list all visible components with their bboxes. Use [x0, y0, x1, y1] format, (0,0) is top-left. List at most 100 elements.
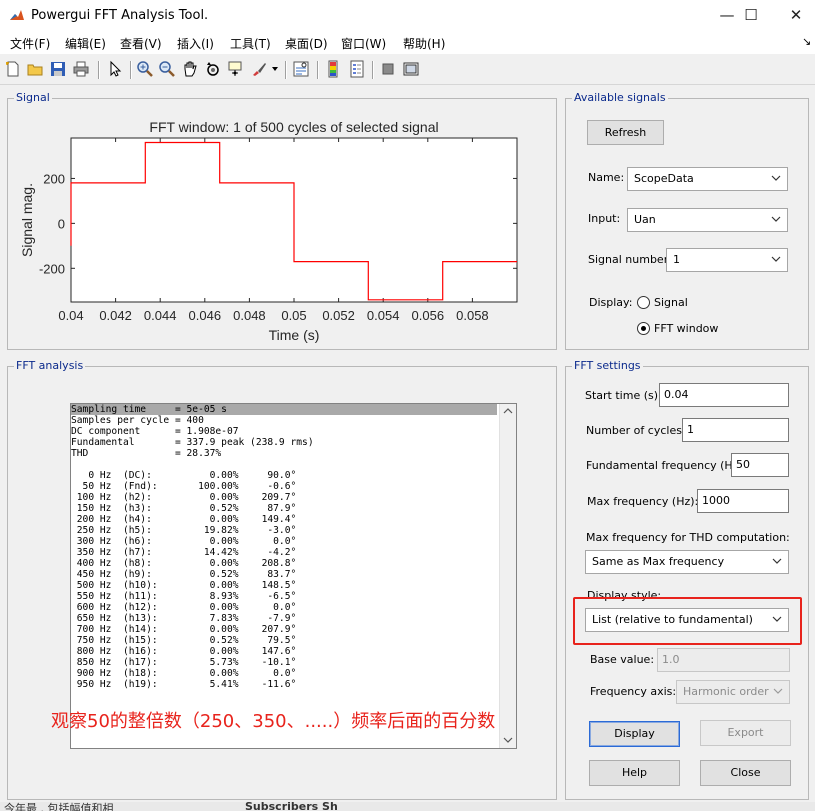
help-button[interactable]: Help — [589, 760, 680, 786]
thd-select[interactable]: Same as Max frequency — [585, 550, 789, 574]
fft-result-line: 650 Hz (h13): 7.83% -7.9° — [76, 613, 297, 624]
fft-result-line: 750 Hz (h15): 0.52% 79.5° — [76, 635, 297, 646]
fft-result-line: 950 Hz (h19): 5.41% -11.6° — [76, 679, 297, 690]
export-button[interactable]: Export — [700, 720, 791, 746]
window-title: Powergui FFT Analysis Tool. — [31, 8, 209, 23]
menu-help[interactable]: 帮助(H) — [403, 35, 445, 52]
menu-insert[interactable]: 插入(I) — [177, 35, 214, 52]
toolbar — [0, 56, 815, 85]
fund-freq-input[interactable]: 50 — [731, 453, 789, 477]
name-select[interactable]: ScopeData — [627, 167, 788, 191]
freq-axis-value: Harmonic order — [683, 685, 769, 698]
fft-result-line: 250 Hz (h5): 19.82% -3.0° — [76, 525, 297, 536]
brush-icon[interactable] — [250, 60, 268, 78]
close-window-button[interactable]: ✕ — [773, 0, 815, 30]
input-select-value: Uan — [634, 213, 656, 226]
signal-number-label: Signal number: — [588, 253, 672, 266]
menu-window[interactable]: 窗口(W) — [341, 35, 386, 52]
zoom-out-icon[interactable] — [158, 60, 176, 78]
pointer-icon[interactable] — [106, 60, 124, 78]
freq-axis-label: Frequency axis: — [590, 685, 677, 698]
fft-result-line: 50 Hz (Fnd): 100.00% -0.6° — [82, 481, 297, 492]
cycles-input[interactable]: 1 — [682, 418, 789, 442]
base-value-input[interactable]: 1.0 — [657, 648, 790, 672]
highlight-box — [573, 597, 802, 645]
y-axis-label: Signal mag. — [19, 183, 35, 257]
rotate-icon[interactable] — [204, 60, 222, 78]
fft-results-listbox[interactable]: Sampling time = 5e-05 s Samples per cycle… — [70, 403, 517, 749]
colorbar-icon[interactable] — [324, 60, 342, 78]
fft-result-line: 500 Hz (h10): 0.00% 148.5° — [76, 580, 297, 591]
menu-edit[interactable]: 编辑(E) — [65, 35, 106, 52]
fft-results-selected-line: Sampling time = 5e-05 s — [71, 404, 497, 415]
x-tick-label: 0.044 — [144, 308, 177, 323]
close-button[interactable]: Close — [700, 760, 791, 786]
cycles-value: 1 — [687, 423, 694, 436]
fft-results-lines: Samples per cycle = 400 DC component = 1… — [71, 415, 314, 690]
taskbar-item-mid[interactable]: Subscribers Sh — [245, 802, 338, 811]
toolbar-separator — [98, 61, 100, 79]
fft-settings-title: FFT settings — [572, 359, 643, 372]
base-value-label: Base value: — [590, 653, 655, 666]
cycles-label: Number of cycles: — [586, 424, 686, 437]
refresh-button[interactable]: Refresh — [587, 120, 664, 145]
freq-axis-select[interactable]: Harmonic order — [676, 680, 790, 704]
menu-view[interactable]: 查看(V) — [120, 35, 162, 52]
fft-result-line: 450 Hz (h9): 0.52% 83.7° — [76, 569, 297, 580]
fft-result-line: 0 Hz (DC): 0.00% 90.0° — [88, 470, 297, 481]
start-time-label: Start time (s): — [585, 389, 662, 402]
scroll-up-icon[interactable] — [503, 407, 513, 415]
brush-dropdown-icon[interactable] — [272, 67, 278, 72]
new-file-icon[interactable] — [4, 60, 22, 78]
max-freq-label: Max frequency (Hz): — [587, 495, 699, 508]
results-scrollbar[interactable] — [499, 404, 516, 748]
menu-overflow-icon[interactable]: ↘ — [802, 35, 811, 48]
thd-label: Max frequency for THD computation: — [586, 531, 790, 544]
menu-file[interactable]: 文件(F) — [10, 35, 50, 52]
max-freq-input[interactable]: 1000 — [697, 489, 789, 513]
chevron-down-icon — [771, 216, 781, 222]
input-select[interactable]: Uan — [627, 208, 788, 232]
radio-fft-window[interactable] — [637, 322, 650, 335]
zoom-in-icon[interactable] — [136, 60, 154, 78]
print-icon[interactable] — [72, 60, 90, 78]
show-plot-tools-icon[interactable] — [402, 60, 420, 78]
max-freq-value: 1000 — [702, 494, 730, 507]
signal-chart: FFT window: 1 of 500 cycles of selected … — [19, 119, 518, 343]
matlab-icon — [9, 8, 25, 24]
fund-freq-label: Fundamental frequency (Hz): — [586, 459, 747, 472]
x-tick-label: 0.042 — [99, 308, 132, 323]
link-plot-icon[interactable] — [292, 60, 310, 78]
menu-tools[interactable]: 工具(T) — [230, 35, 271, 52]
x-tick-label: 0.058 — [456, 308, 489, 323]
start-time-input[interactable]: 0.04 — [659, 383, 789, 407]
scroll-down-icon[interactable] — [503, 736, 513, 744]
fft-result-line: 300 Hz (h6): 0.00% 0.0° — [76, 536, 297, 547]
x-tick-label: 0.05 — [281, 308, 306, 323]
x-tick-label: 0.04 — [58, 308, 83, 323]
data-cursor-icon[interactable] — [227, 60, 245, 78]
legend-icon[interactable] — [348, 60, 366, 78]
signal-number-select[interactable]: 1 — [666, 248, 788, 272]
taskbar-item-left[interactable]: 今年最 . 包括幅值和相 — [4, 802, 114, 811]
fft-result-line: 850 Hz (h17): 5.73% -10.1° — [76, 657, 297, 668]
radio-signal[interactable] — [637, 296, 650, 309]
save-icon[interactable] — [49, 60, 67, 78]
fft-result-line: Samples per cycle = 400 — [71, 415, 204, 426]
name-label: Name: — [588, 171, 625, 184]
hide-plot-tools-icon[interactable] — [379, 60, 397, 78]
radio-fft-window-label: FFT window — [654, 322, 719, 335]
display-button[interactable]: Display — [589, 721, 680, 747]
menu-desktop[interactable]: 桌面(D) — [285, 35, 328, 52]
fft-result-line: 600 Hz (h12): 0.00% 0.0° — [76, 602, 297, 613]
toolbar-separator — [285, 61, 287, 79]
pan-icon[interactable] — [181, 60, 199, 78]
y-tick-label: 200 — [43, 171, 65, 186]
base-value-value: 1.0 — [662, 653, 680, 666]
toolbar-separator — [317, 61, 319, 79]
toolbar-separator — [130, 61, 132, 79]
fft-result-line: 700 Hz (h14): 0.00% 207.9° — [76, 624, 297, 635]
open-folder-icon[interactable] — [26, 60, 44, 78]
maximize-button[interactable]: ☐ — [728, 0, 774, 30]
y-tick-label: -200 — [39, 261, 65, 276]
